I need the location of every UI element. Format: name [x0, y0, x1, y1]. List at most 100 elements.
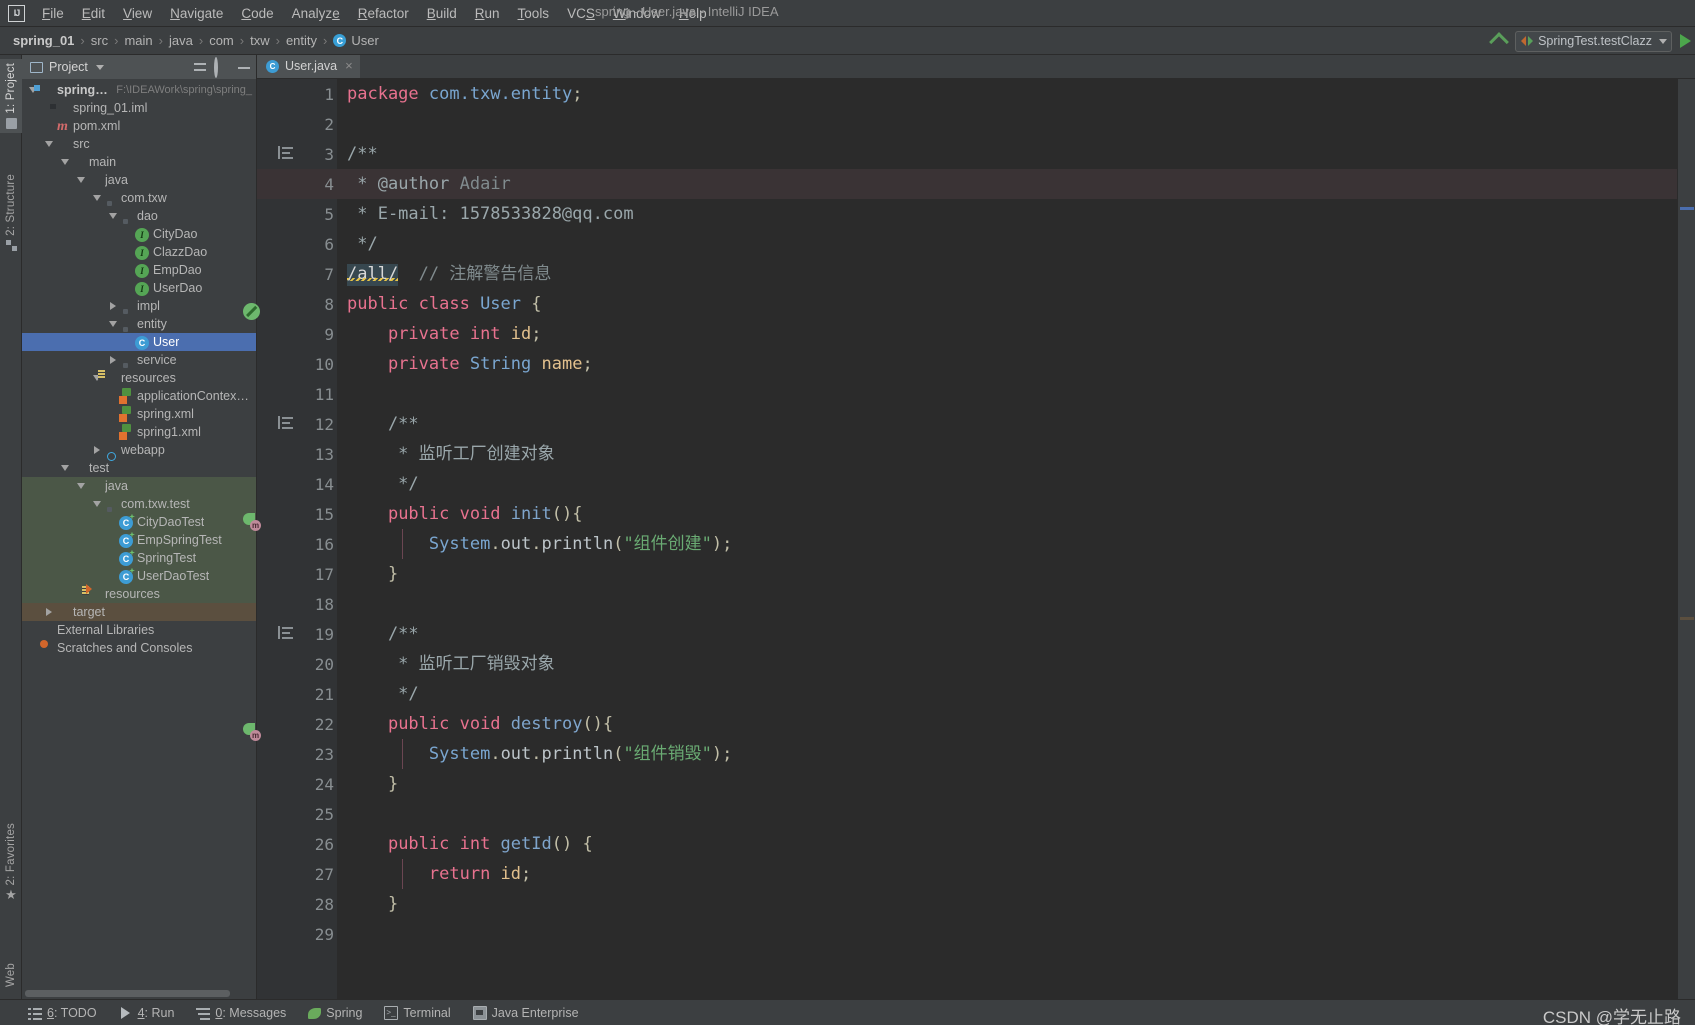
tree-node-external-libraries[interactable]: External Libraries	[22, 621, 256, 639]
breadcrumb-item-java[interactable]: java	[164, 32, 198, 49]
run-configuration-selector[interactable]: SpringTest.testClazz	[1515, 30, 1672, 52]
structure-marker-icon[interactable]	[278, 146, 293, 159]
run-button-icon[interactable]	[1680, 34, 1691, 48]
menu-item-run[interactable]: Run	[466, 3, 509, 24]
close-icon[interactable]: ×	[345, 58, 353, 73]
menu-item-tools[interactable]: Tools	[509, 3, 559, 24]
code-line-29[interactable]	[337, 919, 1677, 949]
gutter-line-14[interactable]: 14	[257, 469, 337, 499]
tool-window-tab-web[interactable]: Web	[0, 959, 22, 991]
code-line-1[interactable]: package com.txw.entity;	[337, 79, 1677, 109]
gutter-line-24[interactable]: 24	[257, 769, 337, 799]
bottom-tab-terminal[interactable]: >_ Terminal	[384, 1005, 451, 1020]
code-line-17[interactable]: }	[337, 559, 1677, 589]
tool-window-tab-structure[interactable]: 2: Structure	[0, 170, 22, 255]
tree-node-pom-xml[interactable]: m pom.xml	[22, 117, 256, 135]
expand-arrow-icon[interactable]	[106, 302, 119, 310]
tree-node-dao[interactable]: dao	[22, 207, 256, 225]
tool-window-tab-project[interactable]: 1: Project	[0, 59, 22, 133]
tool-window-tab-favorites[interactable]: 2: Favorites ★	[0, 819, 22, 904]
code-line-28[interactable]: }	[337, 889, 1677, 919]
tree-node-spring-01-iml[interactable]: spring_01.iml	[22, 99, 256, 117]
collapse-arrow-icon[interactable]	[42, 141, 55, 147]
gutter-line-25[interactable]: 25	[257, 799, 337, 829]
code-line-6[interactable]: */	[337, 229, 1677, 259]
spring-bean-method-icon[interactable]	[243, 722, 261, 741]
tree-node-service[interactable]: service	[22, 351, 256, 369]
collapse-all-icon[interactable]	[192, 59, 208, 75]
bottom-tab-0--messages[interactable]: 0: Messages	[196, 1005, 286, 1020]
gutter-line-4[interactable]: 4	[257, 169, 337, 199]
code-line-3[interactable]: /**	[337, 139, 1677, 169]
code-line-5[interactable]: * E-mail: 1578533828@qq.com	[337, 199, 1677, 229]
tree-node-citydao[interactable]: I CityDao	[22, 225, 256, 243]
gutter-line-29[interactable]: 29	[257, 919, 337, 949]
expand-arrow-icon[interactable]	[106, 356, 119, 364]
collapse-arrow-icon[interactable]	[58, 159, 71, 165]
menu-item-build[interactable]: Build	[418, 3, 466, 24]
breadcrumb-item-main[interactable]: main	[119, 32, 157, 49]
menu-item-analyze[interactable]: Analyze	[283, 3, 349, 24]
tree-node-java[interactable]: java	[22, 477, 256, 495]
collapse-arrow-icon[interactable]	[90, 501, 103, 507]
code-content[interactable]: package com.txw.entity; /** * @author Ada…	[337, 79, 1677, 999]
menu-item-navigate[interactable]: Navigate	[161, 3, 232, 24]
gutter-line-13[interactable]: 13	[257, 439, 337, 469]
code-line-2[interactable]	[337, 109, 1677, 139]
code-line-4[interactable]: * @author Adair	[337, 169, 1677, 199]
collapse-arrow-icon[interactable]	[74, 177, 87, 183]
code-line-11[interactable]	[337, 379, 1677, 409]
gutter-line-16[interactable]: 16	[257, 529, 337, 559]
tree-node-main[interactable]: main	[22, 153, 256, 171]
tree-node-impl[interactable]: impl	[22, 297, 256, 315]
tree-node-webapp[interactable]: webapp	[22, 441, 256, 459]
code-line-16[interactable]: System.out.println("组件创建");	[337, 529, 1677, 559]
editor-right-gutter[interactable]	[1677, 79, 1695, 999]
gutter-line-26[interactable]: 26	[257, 829, 337, 859]
tree-node-scratches-and-consoles[interactable]: Scratches and Consoles	[22, 639, 256, 657]
code-line-25[interactable]	[337, 799, 1677, 829]
gutter-line-12[interactable]: 12	[257, 409, 337, 439]
gutter-line-10[interactable]: 10	[257, 349, 337, 379]
gutter-line-7[interactable]: 7	[257, 259, 337, 289]
gutter-line-20[interactable]: 20	[257, 649, 337, 679]
menu-item-view[interactable]: View	[114, 3, 161, 24]
tree-node-empdao[interactable]: I EmpDao	[22, 261, 256, 279]
gutter-line-3[interactable]: 3	[257, 139, 337, 169]
gutter-line-8[interactable]: 8	[243, 289, 337, 320]
code-line-10[interactable]: private String name;	[337, 349, 1677, 379]
tree-node-resources[interactable]: resources	[22, 369, 256, 387]
tree-node-test[interactable]: test	[22, 459, 256, 477]
gutter-line-18[interactable]: 18	[257, 589, 337, 619]
gutter-line-27[interactable]: 27	[257, 859, 337, 889]
gutter-line-23[interactable]: 23	[257, 739, 337, 769]
menu-item-refactor[interactable]: Refactor	[349, 3, 418, 24]
tree-node-empspringtest[interactable]: C EmpSpringTest	[22, 531, 256, 549]
menu-item-edit[interactable]: Edit	[73, 3, 114, 24]
gutter-line-11[interactable]: 11	[257, 379, 337, 409]
gutter-line-17[interactable]: 17	[257, 559, 337, 589]
tree-node-applicationcontext-xml[interactable]: applicationContext.xml	[22, 387, 256, 405]
tree-node-java[interactable]: java	[22, 171, 256, 189]
code-line-15[interactable]: public void init(){	[337, 499, 1677, 529]
breadcrumb-item-entity[interactable]: entity	[281, 32, 322, 49]
code-line-13[interactable]: * 监听工厂创建对象	[337, 439, 1677, 469]
tree-node-user[interactable]: C User	[22, 333, 256, 351]
code-line-7[interactable]: /all/ // 注解警告信息	[337, 259, 1677, 289]
bottom-tab-4--run[interactable]: 4: Run	[119, 1006, 174, 1020]
code-line-19[interactable]: /**	[337, 619, 1677, 649]
gutter-line-9[interactable]: 9	[257, 319, 337, 349]
tree-node-spring-xml[interactable]: spring.xml	[22, 405, 256, 423]
code-line-26[interactable]: public int getId() {	[337, 829, 1677, 859]
chevron-down-icon[interactable]	[95, 64, 104, 70]
breadcrumb-item-com[interactable]: com	[204, 32, 239, 49]
collapse-arrow-icon[interactable]	[90, 195, 103, 201]
structure-marker-icon[interactable]	[278, 626, 293, 639]
collapse-arrow-icon[interactable]	[106, 321, 119, 327]
code-line-22[interactable]: public void destroy(){	[337, 709, 1677, 739]
tree-node-userdaotest[interactable]: C UserDaoTest	[22, 567, 256, 585]
tree-node-entity[interactable]: entity	[22, 315, 256, 333]
tree-node-userdao[interactable]: I UserDao	[22, 279, 256, 297]
bottom-tab-java-enterprise[interactable]: Java Enterprise	[472, 1005, 579, 1020]
code-line-24[interactable]: }	[337, 769, 1677, 799]
